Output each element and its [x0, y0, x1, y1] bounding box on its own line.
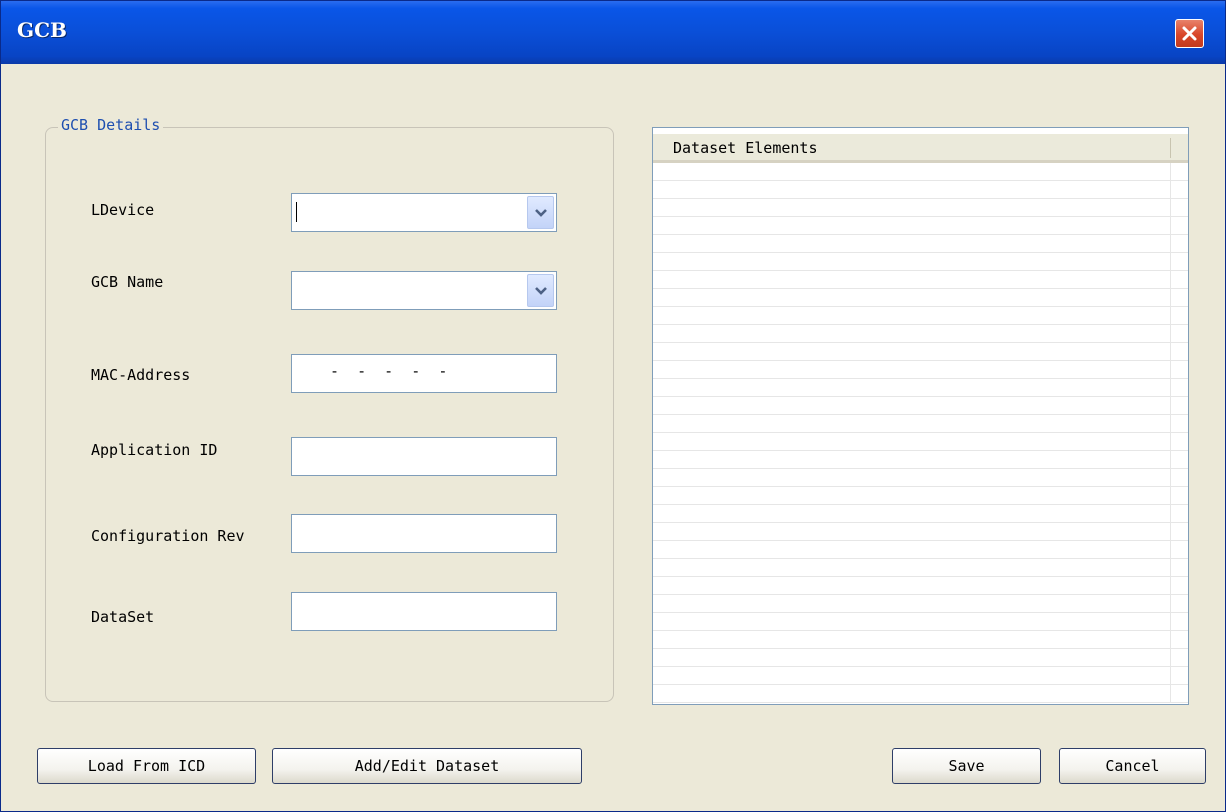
- column-separator[interactable]: [1170, 138, 1171, 158]
- mac-address-label: MAC-Address: [91, 366, 191, 384]
- gcb-details-label: GCB Details: [58, 116, 164, 134]
- dataset-elements-column-header[interactable]: Dataset Elements: [653, 134, 1188, 163]
- cancel-button[interactable]: Cancel: [1059, 748, 1206, 784]
- chevron-down-icon: [535, 287, 547, 295]
- application-id-field[interactable]: [291, 437, 557, 476]
- save-button[interactable]: Save: [892, 748, 1041, 784]
- ldevice-combobox[interactable]: [291, 193, 557, 232]
- gcb-name-combobox[interactable]: [291, 271, 557, 310]
- gcb-name-dropdown-button[interactable]: [527, 274, 554, 307]
- mac-address-value: - - - - -: [330, 362, 448, 380]
- window-title: GCB: [17, 18, 67, 42]
- text-cursor: [296, 202, 297, 222]
- dataset-elements-list[interactable]: Dataset Elements: [652, 127, 1189, 705]
- application-id-label: Application ID: [91, 441, 218, 459]
- load-from-icd-button[interactable]: Load From ICD: [37, 748, 256, 784]
- ldevice-label: LDevice: [91, 201, 155, 219]
- add-edit-dataset-button[interactable]: Add/Edit Dataset: [272, 748, 582, 784]
- title-bar[interactable]: GCB: [1, 1, 1225, 64]
- gcb-dialog: GCB GCB Details LDevice GCB Name MAC-Add…: [0, 0, 1226, 812]
- mac-address-field[interactable]: - - - - -: [291, 354, 557, 393]
- chevron-down-icon: [535, 209, 547, 217]
- column-header-label: Dataset Elements: [673, 139, 818, 157]
- dataset-field[interactable]: [291, 592, 557, 631]
- dialog-client-area: GCB Details LDevice GCB Name MAC-Address: [6, 64, 1220, 808]
- list-rows: [653, 163, 1188, 703]
- ldevice-dropdown-button[interactable]: [527, 196, 554, 229]
- configuration-rev-label: Configuration Rev: [91, 527, 245, 545]
- configuration-rev-field[interactable]: [291, 514, 557, 553]
- column-gridline: [1170, 163, 1171, 703]
- close-icon: [1182, 26, 1197, 41]
- dataset-label: DataSet: [91, 608, 155, 626]
- gcb-name-label: GCB Name: [91, 273, 164, 291]
- close-button[interactable]: [1175, 19, 1204, 48]
